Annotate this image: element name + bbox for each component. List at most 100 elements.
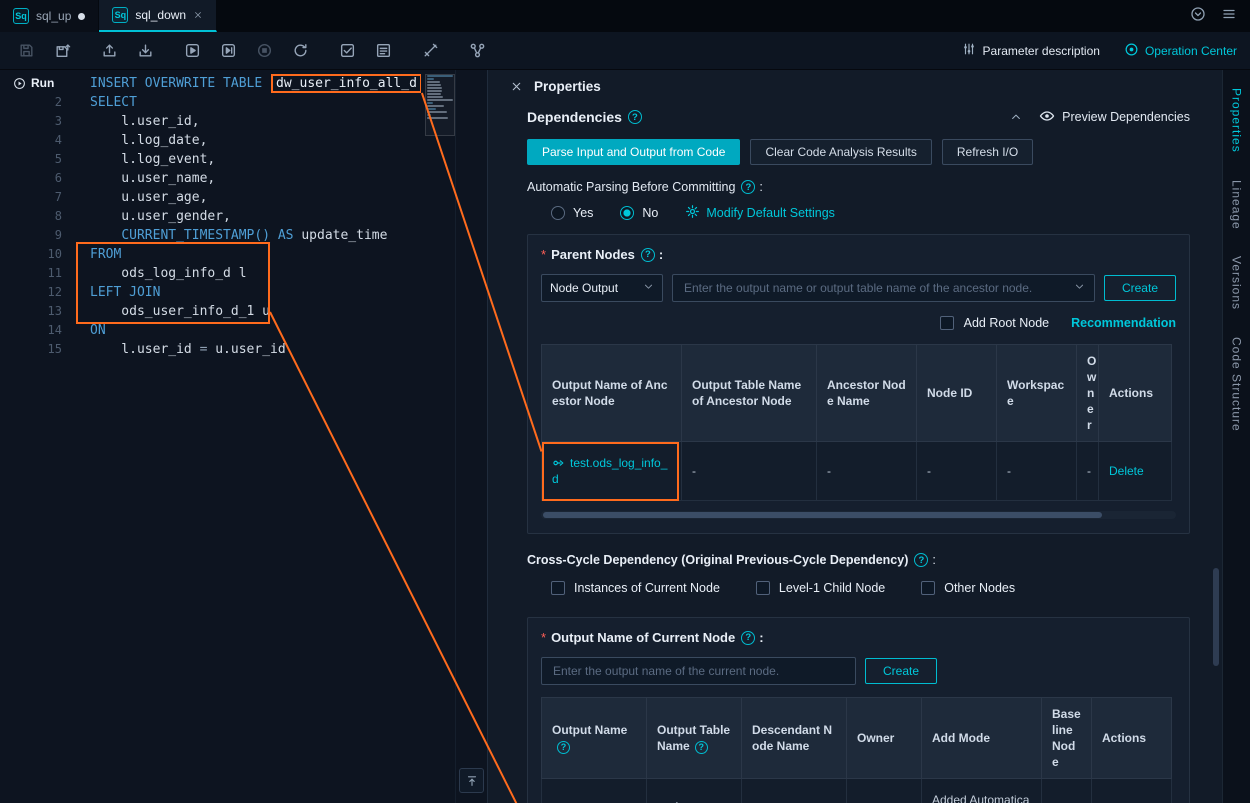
pre-check-icon[interactable] — [334, 38, 361, 64]
auto-parse-label: Automatic Parsing Before Committing — [527, 180, 735, 194]
modify-default-settings-button[interactable]: Modify Default Settings — [685, 204, 835, 222]
line-number: 15 — [0, 340, 78, 359]
save-all-icon[interactable] — [49, 38, 76, 64]
auto-parse-options: Yes No Modify Default Settings — [527, 205, 1190, 221]
help-icon[interactable]: ? — [695, 741, 708, 754]
close-tab-icon[interactable] — [193, 10, 203, 20]
create-parent-button[interactable]: Create — [1104, 275, 1176, 301]
help-icon[interactable]: ? — [628, 110, 642, 124]
help-icon[interactable]: ? — [914, 553, 928, 567]
operation-center-label: Operation Center — [1145, 44, 1237, 58]
line-number: 2 — [0, 93, 78, 112]
side-tab-properties[interactable]: Properties — [1230, 88, 1244, 153]
show-dag-icon[interactable] — [464, 38, 491, 64]
code-line: 4 l.log_date, — [0, 131, 421, 150]
code-token: LEFT JOIN — [90, 285, 160, 300]
side-tab-code-structure[interactable]: Code Structure — [1230, 337, 1244, 432]
save-icon[interactable] — [13, 38, 40, 64]
help-icon[interactable]: ? — [641, 248, 655, 262]
chevron-circle-down-icon[interactable] — [1190, 6, 1206, 27]
tab-sql_up[interactable]: Sqsql_up — [0, 0, 99, 32]
code-line: 11 ods_log_info_d l — [0, 264, 421, 283]
minimap-viewport[interactable] — [425, 74, 455, 136]
code-line: 14ON — [0, 321, 421, 340]
table-cell: - — [997, 442, 1077, 501]
table-cell: - — [817, 442, 917, 501]
code-token: ods_user_info_d_1 u — [90, 304, 270, 319]
column-header: Add Mode — [922, 698, 1042, 779]
checkbox-other-nodes[interactable]: Other Nodes — [921, 581, 1015, 595]
column-header: Ancestor Node Name — [817, 345, 917, 442]
vertical-scrollbar-thumb[interactable] — [1213, 568, 1219, 666]
checkbox-level-1-child-node[interactable]: Level-1 Child Node — [756, 581, 885, 595]
dependencies-title: Dependencies — [527, 109, 622, 125]
stop-icon[interactable] — [251, 38, 278, 64]
scrollbar-thumb[interactable] — [543, 512, 1102, 518]
radio-no-label: No — [642, 206, 658, 220]
create-output-button[interactable]: Create — [865, 658, 937, 684]
collapse-section-icon[interactable] — [1010, 111, 1022, 123]
required-asterisk: * — [541, 630, 546, 645]
delete-action[interactable]: Delete — [1109, 464, 1144, 478]
run-button[interactable]: Run — [0, 74, 78, 93]
run-with-parameters-icon[interactable] — [215, 38, 242, 64]
node-output-select-value: Node Output — [550, 281, 618, 295]
code-token: INSERT OVERWRITE TABLE — [90, 76, 270, 91]
minimap[interactable] — [425, 74, 455, 803]
deploy-icon[interactable] — [132, 38, 159, 64]
sliders-icon — [962, 42, 976, 59]
recommendation-link[interactable]: Recommendation — [1071, 316, 1176, 330]
help-icon[interactable]: ? — [557, 741, 570, 754]
run-icon[interactable] — [179, 38, 206, 64]
tab-sql_down[interactable]: Sqsql_down — [99, 0, 217, 32]
close-panel-icon[interactable] — [510, 80, 523, 93]
table-cell: - — [917, 442, 997, 501]
operation-center-button[interactable]: Operation Center — [1124, 42, 1237, 60]
side-tab-lineage[interactable]: Lineage — [1230, 180, 1244, 230]
output-name-input[interactable] — [551, 663, 846, 679]
side-tab-versions[interactable]: Versions — [1230, 256, 1244, 310]
format-code-icon[interactable] — [417, 38, 444, 64]
code-token: l.user_id — [90, 342, 200, 357]
colon: : — [659, 247, 663, 262]
properties-panel: Properties Dependencies ? Preview Depend… — [487, 70, 1222, 803]
parse-io-button[interactable]: Parse Input and Output from Code — [527, 139, 740, 165]
add-root-label: Add Root Node — [964, 316, 1049, 330]
submit-icon[interactable] — [96, 38, 123, 64]
run-label: Run — [31, 74, 54, 93]
preview-dependencies-button[interactable]: Preview Dependencies — [1039, 108, 1190, 127]
line-number: 6 — [0, 169, 78, 188]
checkbox-icon — [921, 581, 935, 595]
code-token — [90, 228, 121, 243]
radio-no[interactable]: No — [620, 206, 658, 220]
output-name-title: Output Name of Current Node — [551, 630, 735, 645]
table-cell: - — [1042, 779, 1092, 803]
help-icon[interactable]: ? — [741, 631, 755, 645]
analysis-buttons: Parse Input and Output from Code Clear C… — [527, 139, 1190, 165]
add-root-checkbox[interactable] — [940, 316, 954, 330]
clear-analysis-button[interactable]: Clear Code Analysis Results — [750, 139, 931, 165]
column-header: Node ID — [917, 345, 997, 442]
dependencies-header-actions: Preview Dependencies — [1010, 108, 1190, 127]
refresh-icon[interactable] — [287, 38, 314, 64]
help-icon[interactable]: ? — [741, 180, 755, 194]
chevron-down-icon — [1074, 279, 1085, 297]
parameter-description-button[interactable]: Parameter description — [962, 42, 1100, 59]
ancestor-output-combobox[interactable] — [672, 274, 1095, 302]
ancestor-output-input[interactable] — [682, 280, 1074, 296]
output-name-field[interactable] — [541, 657, 856, 685]
radio-yes[interactable]: Yes — [551, 206, 593, 220]
view-log-icon[interactable] — [370, 38, 397, 64]
table-cell: Delete — [1092, 779, 1172, 803]
code-editor[interactable]: RunINSERT OVERWRITE TABLE dw_user_info_a… — [0, 70, 487, 803]
checkbox-instances-of-current-node[interactable]: Instances of Current Node — [551, 581, 720, 595]
table-cell: test.6726_out — [542, 779, 647, 803]
menu-icon[interactable] — [1221, 6, 1237, 27]
output-name-link[interactable]: test.ods_log_info_d — [552, 456, 667, 486]
back-to-top-button[interactable] — [459, 768, 484, 793]
code-token: CURRENT_TIMESTAMP() — [121, 228, 270, 243]
colon: : — [759, 180, 762, 194]
node-output-select[interactable]: Node Output — [541, 274, 663, 302]
cross-cycle-title: Cross-Cycle Dependency (Original Previou… — [527, 553, 908, 567]
refresh-io-button[interactable]: Refresh I/O — [942, 139, 1033, 165]
